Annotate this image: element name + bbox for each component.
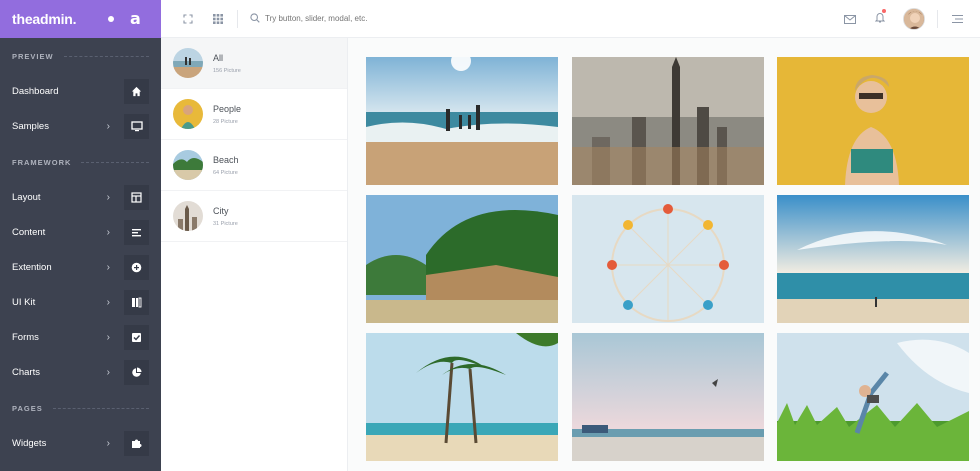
sidebar-item-label: Forms <box>12 332 39 343</box>
album-name: All <box>213 52 224 63</box>
sidebar-item-charts[interactable]: Charts › <box>0 355 161 390</box>
brand-bar: theadmin. a <box>0 0 161 38</box>
album-item-all[interactable]: All 156 Picture <box>161 38 347 89</box>
brand-logo[interactable]: theadmin. <box>12 11 77 27</box>
sidebar-toggle-dot[interactable] <box>108 16 114 22</box>
album-name: People <box>213 103 242 114</box>
divider <box>237 9 238 28</box>
sidebar-item-layout[interactable]: Layout › <box>0 180 161 215</box>
photo-ferris-wheel[interactable] <box>572 195 764 323</box>
photo-yoga-grass[interactable] <box>777 333 969 461</box>
chevron-right-icon: › <box>106 332 110 343</box>
sidebar-item-label: Samples <box>12 121 49 132</box>
photo-palm-huts[interactable] <box>366 195 558 323</box>
sidebar-item-content[interactable]: Content › <box>0 215 161 250</box>
book-icon <box>124 290 149 315</box>
chevron-right-icon: › <box>106 367 110 378</box>
grid-icon[interactable] <box>203 0 233 38</box>
sidebar: theadmin. a PREVIEW Dashboard Samples › … <box>0 0 161 471</box>
album-name: City <box>213 205 229 216</box>
divider <box>937 10 938 28</box>
menu-header-preview: PREVIEW <box>0 38 161 74</box>
album-thumbnail <box>173 99 203 129</box>
photo-palm-beach[interactable] <box>366 333 558 461</box>
sidebar-item-label: Layout <box>12 192 41 203</box>
chevron-right-icon: › <box>106 227 110 238</box>
album-count: 156 Picture <box>213 67 241 74</box>
mail-icon[interactable] <box>835 0 865 38</box>
bell-icon[interactable] <box>865 0 895 38</box>
album-name: Beach <box>213 154 239 165</box>
album-item-beach[interactable]: Beach 64 Picture <box>161 140 347 191</box>
photo-beach-family[interactable] <box>366 57 558 185</box>
album-thumbnail <box>173 201 203 231</box>
photo-woman-yellow[interactable] <box>777 57 969 185</box>
sidebar-item-label: UI Kit <box>12 297 36 308</box>
photo-city-fog[interactable] <box>572 57 764 185</box>
topbar-actions <box>835 0 980 38</box>
align-left-icon <box>124 220 149 245</box>
sidebar-item-label: Content <box>12 227 46 238</box>
album-count: 31 Picture <box>213 220 238 227</box>
photo-ocean-sky[interactable] <box>777 195 969 323</box>
album-item-people[interactable]: People 28 Picture <box>161 89 347 140</box>
topbar <box>161 0 980 38</box>
menu-icon[interactable] <box>942 0 972 38</box>
album-count: 28 Picture <box>213 118 238 125</box>
album-thumbnail <box>173 48 203 78</box>
layout-icon <box>124 185 149 210</box>
chevron-right-icon: › <box>106 438 110 449</box>
monitor-icon <box>124 114 149 139</box>
sidebar-item-extention[interactable]: Extention › <box>0 250 161 285</box>
album-count: 64 Picture <box>213 169 238 176</box>
avatar[interactable] <box>903 8 925 30</box>
album-item-city[interactable]: City 31 Picture <box>161 191 347 242</box>
menu-header-pages: PAGES <box>0 390 161 426</box>
album-list: All 156 Picture People 28 Picture Beach … <box>161 38 348 471</box>
pie-chart-icon <box>124 360 149 385</box>
sidebar-item-forms[interactable]: Forms › <box>0 320 161 355</box>
sidebar-item-ui-kit[interactable]: UI Kit › <box>0 285 161 320</box>
sidebar-item-label: Widgets <box>12 438 47 449</box>
chevron-right-icon: › <box>106 262 110 273</box>
notification-dot <box>882 9 886 13</box>
home-icon <box>124 79 149 104</box>
photo-beach-kite[interactable] <box>572 333 764 461</box>
search-bar <box>250 10 395 28</box>
menu-header-framework: FRAMEWORK <box>0 144 161 180</box>
album-thumbnail <box>173 150 203 180</box>
fullscreen-icon[interactable] <box>173 0 203 38</box>
sidebar-item-dashboard[interactable]: Dashboard <box>0 74 161 109</box>
sidebar-item-label: Extention <box>12 262 52 273</box>
checkbox-icon <box>124 325 149 350</box>
plus-circle-icon <box>124 255 149 280</box>
chevron-right-icon: › <box>106 297 110 308</box>
sidebar-item-label: Charts <box>12 367 40 378</box>
search-icon <box>250 10 260 28</box>
sidebar-item-label: Dashboard <box>12 86 59 97</box>
chevron-right-icon: › <box>106 192 110 203</box>
search-input[interactable] <box>265 14 395 23</box>
puzzle-icon <box>124 431 149 456</box>
sidebar-item-samples[interactable]: Samples › <box>0 109 161 144</box>
brand-collapse-letter[interactable]: a <box>130 9 141 28</box>
sidebar-item-widgets[interactable]: Widgets › <box>0 426 161 461</box>
chevron-right-icon: › <box>106 121 110 132</box>
